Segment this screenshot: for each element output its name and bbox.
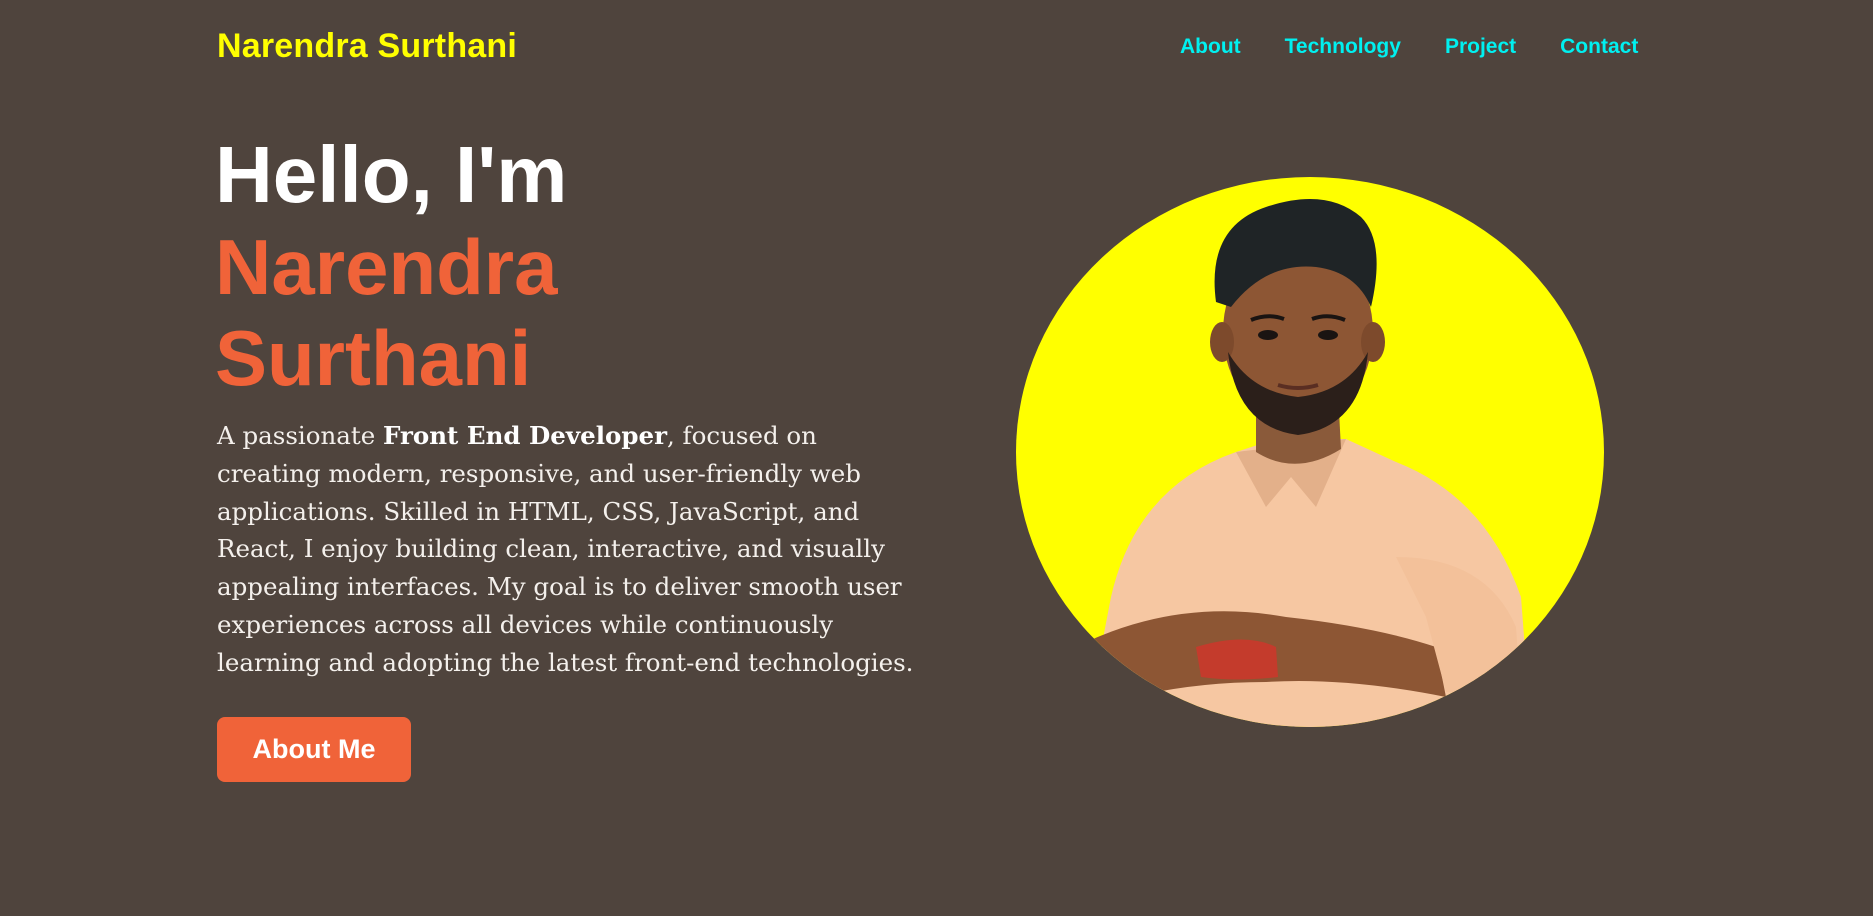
bio-prefix: A passionate xyxy=(217,421,384,450)
nav-technology[interactable]: Technology xyxy=(1285,35,1401,59)
bio-highlight: Front End Developer xyxy=(383,421,667,450)
portfolio-page: Narendra Surthani About Technology Proje… xyxy=(0,0,1873,916)
about-me-button[interactable]: About Me xyxy=(217,717,411,782)
bio-suffix: , focused on creating modern, responsive… xyxy=(217,421,914,677)
main-nav: About Technology Project Contact xyxy=(1180,35,1638,59)
hero-name-first: Narendra xyxy=(215,223,558,311)
nav-about[interactable]: About xyxy=(1180,35,1241,59)
hero-greeting: Hello, I'm xyxy=(215,130,568,219)
hero-bio: A passionate Front End Developer, focuse… xyxy=(217,417,917,682)
nav-contact[interactable]: Contact xyxy=(1560,35,1638,59)
hero-name-last: Surthani xyxy=(215,314,532,402)
nav-project[interactable]: Project xyxy=(1445,35,1516,59)
hero-name: Narendra Surthani xyxy=(215,222,557,404)
profile-photo-illustration xyxy=(1076,199,1531,727)
brand-logo[interactable]: Narendra Surthani xyxy=(217,27,517,66)
profile-photo xyxy=(1016,177,1604,727)
